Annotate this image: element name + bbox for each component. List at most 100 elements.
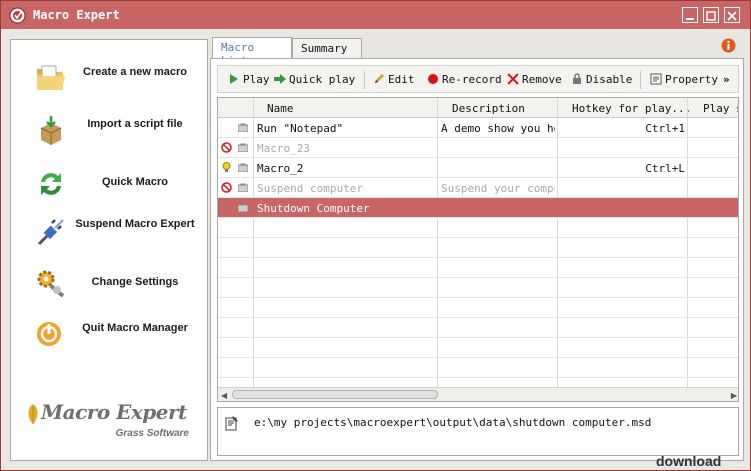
main-area: Summary Macro List Play Quick play Edit … <box>208 35 744 461</box>
quick-play-label: Quick play <box>289 73 356 86</box>
close-icon <box>727 11 737 21</box>
table-row-empty <box>218 358 738 378</box>
tab-macro-list[interactable]: Macro List <box>212 37 292 67</box>
info-icon[interactable] <box>721 38 736 53</box>
macro-path-bar: e:\my projects\macroexpert\output\data\s… <box>217 407 739 456</box>
package-icon <box>40 116 62 145</box>
create-macro-action[interactable]: Create a new macro <box>33 62 203 110</box>
property-icon <box>650 73 662 85</box>
macro-table: Name Description Hotkey for play... Play… <box>217 97 739 402</box>
quick-macro-action[interactable]: Quick Macro <box>33 166 203 214</box>
edit-label: Edit <box>388 73 415 86</box>
change-settings-action[interactable]: Change Settings <box>33 266 203 314</box>
table-row[interactable]: Run "Notepad" A demo show you how Ctrl+1 <box>218 118 738 138</box>
app-logo-icon <box>9 7 26 24</box>
disable-button[interactable]: Disable <box>571 73 632 86</box>
disabled-icon <box>221 182 232 193</box>
cell-name: Suspend computer <box>257 182 363 195</box>
minimize-icon <box>686 18 694 20</box>
cell-name: Macro_2 <box>257 162 304 175</box>
macro-file-icon <box>238 143 248 152</box>
table-row[interactable]: Shutdown Computer <box>218 198 738 218</box>
minimize-button[interactable] <box>682 7 698 23</box>
close-button[interactable] <box>724 7 740 23</box>
edit-button[interactable]: Edit <box>373 73 415 86</box>
cell-name: Macro_23 <box>257 142 310 155</box>
folder-icon <box>37 65 65 90</box>
change-settings-label: Change Settings <box>91 276 179 288</box>
brand-logo: Macro Expert Grass Software <box>25 398 205 442</box>
table-row-empty <box>218 338 738 358</box>
property-label: Property <box>665 73 718 86</box>
import-script-action[interactable]: Import a script file <box>33 114 203 162</box>
power-icon <box>37 322 61 346</box>
macro-file-icon <box>238 163 248 172</box>
horizontal-scrollbar[interactable]: ◀ ▶ <box>218 387 738 401</box>
quick-play-icon <box>274 74 286 84</box>
brand-leaf-icon <box>28 404 38 424</box>
table-row[interactable]: Macro_23 <box>218 138 738 158</box>
record-icon <box>428 74 438 84</box>
download-watermark: download <box>656 453 722 469</box>
lightbulb-icon <box>222 162 231 172</box>
remove-icon <box>507 73 519 85</box>
property-button[interactable]: Property <box>650 73 718 86</box>
play-button[interactable]: Play <box>228 73 270 86</box>
refresh-icon <box>41 173 61 195</box>
sidebar: Create a new macro Import a script file … <box>10 39 208 461</box>
window-title: Macro Expert <box>33 8 120 22</box>
macro-file-icon <box>238 123 248 132</box>
table-row[interactable]: Macro_2 Ctrl+L <box>218 158 738 178</box>
scroll-right-icon[interactable]: ▶ <box>731 391 737 400</box>
macro-file-icon <box>238 183 248 192</box>
remove-label: Remove <box>522 73 562 86</box>
scroll-left-icon[interactable]: ◀ <box>221 391 227 400</box>
quit-label: Quit Macro Manager <box>82 322 188 334</box>
document-icon <box>225 416 238 431</box>
title-bar[interactable]: Macro Expert <box>1 1 750 29</box>
cell-name: Shutdown Computer <box>257 202 370 215</box>
pencil-icon <box>375 74 384 83</box>
table-row-empty <box>218 258 738 278</box>
create-macro-label: Create a new macro <box>83 66 187 78</box>
column-description[interactable]: Description <box>452 102 525 115</box>
table-row-empty <box>218 278 738 298</box>
cell-hotkey: Ctrl+L <box>645 162 685 175</box>
cell-description: Suspend your comput <box>441 182 555 195</box>
suspend-action[interactable]: Suspend Macro Expert <box>33 214 203 262</box>
maximize-icon <box>706 11 716 21</box>
quick-macro-label: Quick Macro <box>101 176 169 188</box>
quick-play-button[interactable]: Quick play <box>274 73 355 86</box>
macro-path: e:\my projects\macroexpert\output\data\s… <box>254 416 652 429</box>
cell-name: Run "Notepad" <box>257 122 344 135</box>
play-icon <box>230 74 238 84</box>
brand-name: Macro Expert <box>41 400 187 424</box>
rerecord-button[interactable]: Re-record <box>427 73 502 86</box>
table-header: Name Description Hotkey for play... Play… <box>218 98 738 118</box>
tab-summary[interactable]: Summary <box>292 38 362 58</box>
table-row-empty <box>218 238 738 258</box>
toolbar-separator <box>640 71 641 89</box>
play-label: Play <box>243 73 270 86</box>
cell-hotkey: Ctrl+1 <box>645 122 685 135</box>
column-hotkey[interactable]: Hotkey for play... <box>572 102 691 115</box>
toolbar-separator <box>364 71 365 89</box>
main-window: Macro Expert Create a new macro Import a… <box>0 0 751 471</box>
table-row[interactable]: Suspend computer Suspend your comput <box>218 178 738 198</box>
disabled-icon <box>221 142 232 153</box>
suspend-label: Suspend Macro Expert <box>75 218 195 230</box>
maximize-button[interactable] <box>703 7 719 23</box>
rerecord-label: Re-record <box>442 73 502 86</box>
toolbar: Play Quick play Edit Re-record Remove Di… <box>217 65 739 93</box>
lock-icon <box>573 73 581 84</box>
remove-button[interactable]: Remove <box>507 73 562 86</box>
column-name[interactable]: Name <box>267 102 294 115</box>
table-row-empty <box>218 318 738 338</box>
scrollbar-thumb[interactable] <box>232 390 438 399</box>
quit-action[interactable]: Quit Macro Manager <box>33 318 203 366</box>
column-play[interactable]: Play s <box>703 102 738 115</box>
cell-description: A demo show you how <box>441 122 555 135</box>
table-row-empty <box>218 298 738 318</box>
toolbar-overflow-button[interactable]: » <box>723 73 730 86</box>
disable-label: Disable <box>586 73 633 86</box>
